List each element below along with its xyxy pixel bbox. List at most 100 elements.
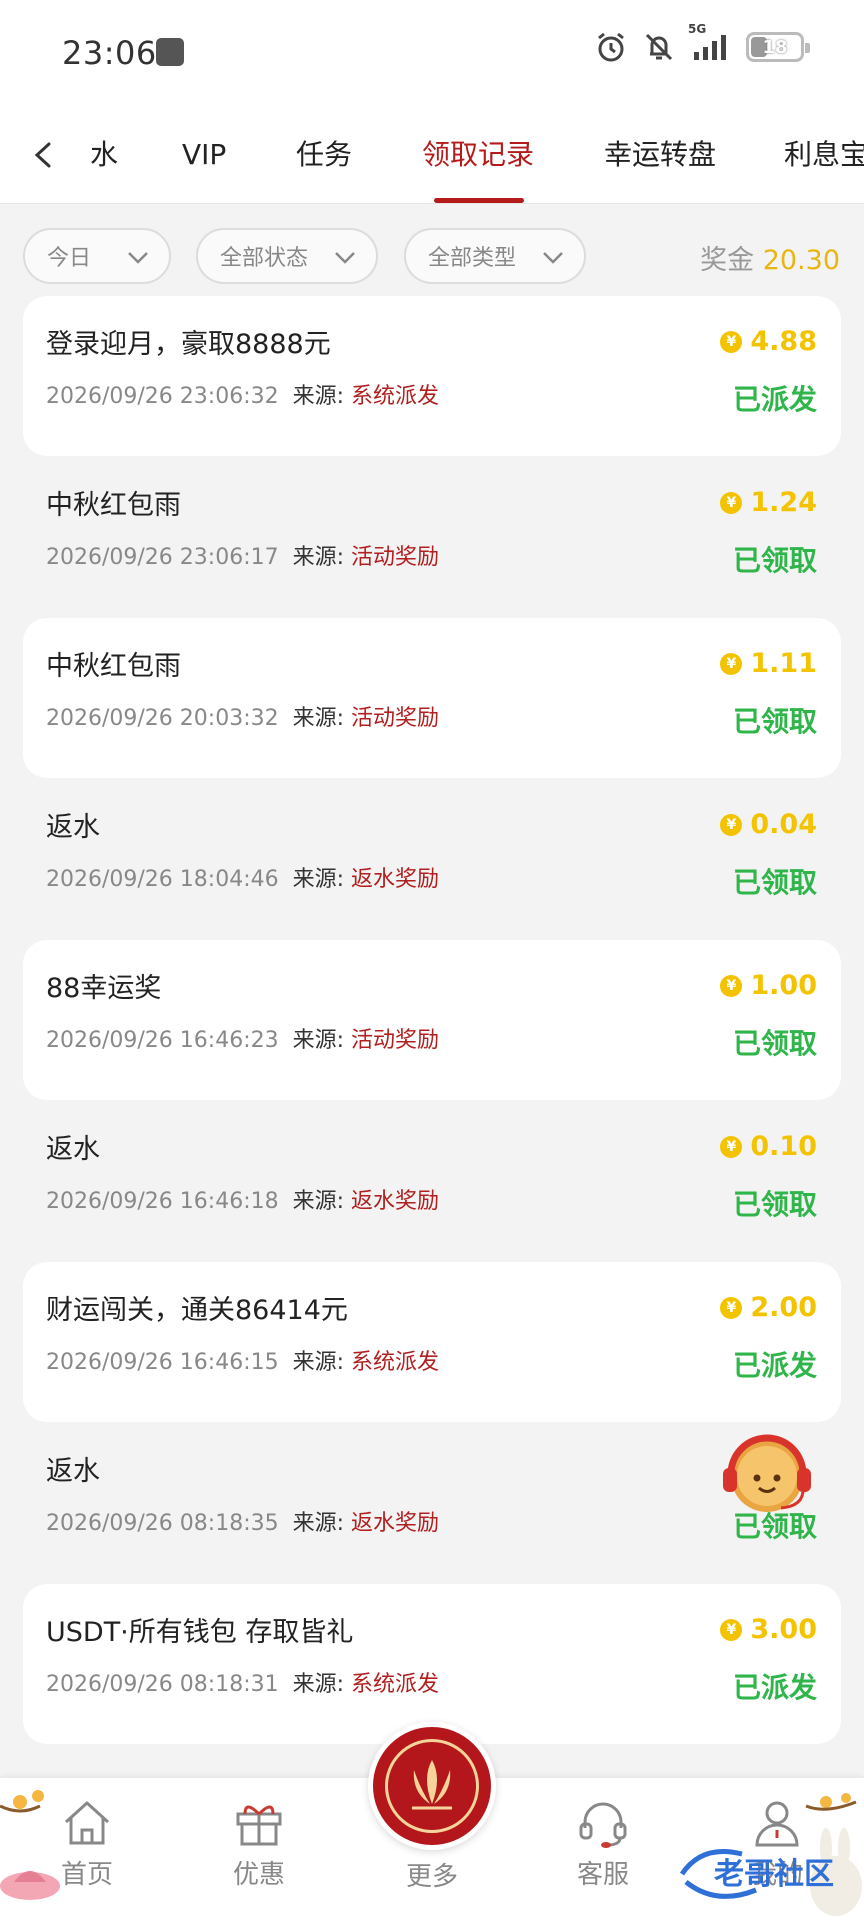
battery-level: 18: [762, 36, 788, 58]
nav-more-button[interactable]: [368, 1722, 496, 1850]
floating-support-button[interactable]: [715, 1420, 820, 1525]
record-source: 系统派发: [351, 1350, 440, 1375]
status-filter-dropdown[interactable]: 全部状态: [196, 228, 378, 284]
source-label: 来源:: [292, 706, 345, 731]
coin-icon: ¥: [720, 491, 743, 514]
chevron-down-icon: [128, 252, 148, 264]
chevron-down-icon: [335, 252, 355, 264]
record-title: 返水: [46, 812, 100, 843]
record-item[interactable]: 返水 2026/09/26 16:46:18 来源: 返水奖励 ¥0.10 已领取: [23, 1101, 841, 1261]
status-filter-value: 全部状态: [220, 246, 309, 271]
record-amount: ¥0.04: [720, 809, 817, 840]
record-meta: 2026/09/26 20:03:32 来源: 活动奖励: [46, 700, 439, 732]
flower-decoration-icon: [0, 1790, 60, 1900]
back-button[interactable]: [18, 130, 68, 180]
notification-icon: [156, 38, 184, 66]
record-source: 系统派发: [351, 384, 440, 409]
record-meta: 2026/09/26 16:46:15 来源: 系统派发: [46, 1344, 439, 1376]
record-source: 系统派发: [351, 1672, 440, 1697]
record-meta: 2026/09/26 08:18:35 来源: 返水奖励: [46, 1505, 439, 1537]
tab-lucky-wheel[interactable]: 幸运转盘: [604, 106, 716, 203]
record-item[interactable]: 财运闯关，通关86414元 2026/09/26 16:46:15 来源: 系统派…: [23, 1262, 841, 1422]
record-title: 财运闯关，通关86414元: [46, 1295, 348, 1326]
nav-support[interactable]: 客服: [548, 1798, 658, 1891]
record-item[interactable]: 中秋红包雨 2026/09/26 20:03:32 来源: 活动奖励 ¥1.11 …: [23, 618, 841, 778]
watermark-text: 老哥社区: [714, 1857, 834, 1892]
record-meta: 2026/09/26 16:46:23 来源: 活动奖励: [46, 1022, 439, 1054]
record-time: 2026/09/26 23:06:32: [46, 384, 279, 409]
source-label: 来源:: [292, 545, 345, 570]
record-source: 活动奖励: [351, 706, 440, 731]
record-source: 返水奖励: [351, 1189, 440, 1214]
coin-icon: ¥: [720, 813, 743, 836]
record-item[interactable]: USDT·所有钱包 存取皆礼 2026/09/26 08:18:31 来源: 系统…: [23, 1584, 841, 1744]
coin-icon: ¥: [720, 1618, 743, 1641]
record-status: 已领取: [732, 1027, 817, 1060]
record-item[interactable]: 返水 2026/09/26 18:04:46 来源: 返水奖励 ¥0.04 已领取: [23, 779, 841, 939]
coin-icon: ¥: [720, 330, 743, 353]
record-amount: ¥4.88: [720, 326, 817, 357]
tab-vip[interactable]: VIP: [182, 106, 226, 203]
record-time: 2026/09/26 18:04:46: [46, 867, 279, 892]
bonus-value: 20.30: [762, 245, 840, 276]
tab-tasks[interactable]: 任务: [296, 106, 352, 203]
amount-value: 0.10: [750, 1131, 817, 1162]
record-amount: ¥0.10: [720, 1131, 817, 1162]
amount-value: 1.24: [750, 487, 817, 518]
mute-icon: [645, 33, 673, 61]
record-source: 活动奖励: [351, 1028, 440, 1053]
network-type: 5G: [688, 22, 707, 36]
chevron-down-icon: [543, 252, 563, 264]
nav-support-label: 客服: [576, 1860, 629, 1890]
bonus-total: 奖金 20.30: [700, 238, 840, 277]
battery-tip: [805, 43, 810, 53]
record-meta: 2026/09/26 08:18:31 来源: 系统派发: [46, 1666, 439, 1698]
chevron-left-icon: [34, 142, 51, 168]
headset-icon: [579, 1802, 627, 1848]
date-filter-dropdown[interactable]: 今日: [23, 228, 171, 284]
battery-icon: 18: [746, 32, 810, 62]
status-time: 23:06: [62, 34, 157, 72]
nav-promotions-label: 优惠: [232, 1860, 285, 1890]
source-label: 来源:: [292, 1028, 345, 1053]
tab-claim-records[interactable]: 领取记录: [422, 106, 534, 203]
record-item[interactable]: 88幸运奖 2026/09/26 16:46:23 来源: 活动奖励 ¥1.00 …: [23, 940, 841, 1100]
support-mascot-icon: [723, 1434, 811, 1512]
record-title: 返水: [46, 1134, 100, 1165]
watermark-logo: 老哥社区: [679, 1849, 834, 1899]
record-item[interactable]: 中秋红包雨 2026/09/26 23:06:17 来源: 活动奖励 ¥1.24 …: [23, 457, 841, 617]
nav-more-label: 更多: [405, 1862, 458, 1892]
nav-promotions[interactable]: 优惠: [204, 1798, 314, 1891]
record-item[interactable]: 登录迎月，豪取8888元 2026/09/26 23:06:32 来源: 系统派发…: [23, 296, 841, 456]
type-filter-dropdown[interactable]: 全部类型: [404, 228, 586, 284]
coin-icon: ¥: [720, 652, 743, 675]
source-label: 来源:: [292, 1189, 345, 1214]
amount-value: 3.00: [750, 1614, 817, 1645]
alarm-icon: [598, 32, 624, 62]
record-title: 返水: [46, 1456, 100, 1487]
record-status: 已派发: [732, 1671, 817, 1704]
coin-icon: ¥: [720, 974, 743, 997]
gift-icon: [236, 1805, 282, 1846]
record-status: 已派发: [732, 1349, 817, 1382]
amount-value: 4.88: [750, 326, 817, 357]
active-tab-indicator: [434, 198, 524, 203]
record-status: 已领取: [732, 544, 817, 577]
status-bar: 23:06 5G 18: [0, 0, 864, 106]
record-source: 返水奖励: [351, 867, 440, 892]
record-title: USDT·所有钱包 存取皆礼: [46, 1617, 354, 1648]
amount-value: 0.04: [750, 809, 817, 840]
tab-rebate[interactable]: 水: [90, 106, 118, 203]
tab-interest[interactable]: 利息宝: [784, 106, 864, 203]
source-label: 来源:: [292, 1672, 345, 1697]
record-title: 登录迎月，豪取8888元: [46, 329, 331, 360]
source-label: 来源:: [292, 1511, 345, 1536]
record-time: 2026/09/26 08:18:35: [46, 1511, 279, 1536]
coin-icon: ¥: [720, 1135, 743, 1158]
more-logo-ring: [385, 1739, 479, 1833]
record-time: 2026/09/26 16:46:15: [46, 1350, 279, 1375]
coin-icon: ¥: [720, 1296, 743, 1319]
signal-icon: 5G: [688, 22, 732, 62]
brand-logo-icon: [412, 1760, 452, 1810]
record-status: 已领取: [732, 1188, 817, 1221]
